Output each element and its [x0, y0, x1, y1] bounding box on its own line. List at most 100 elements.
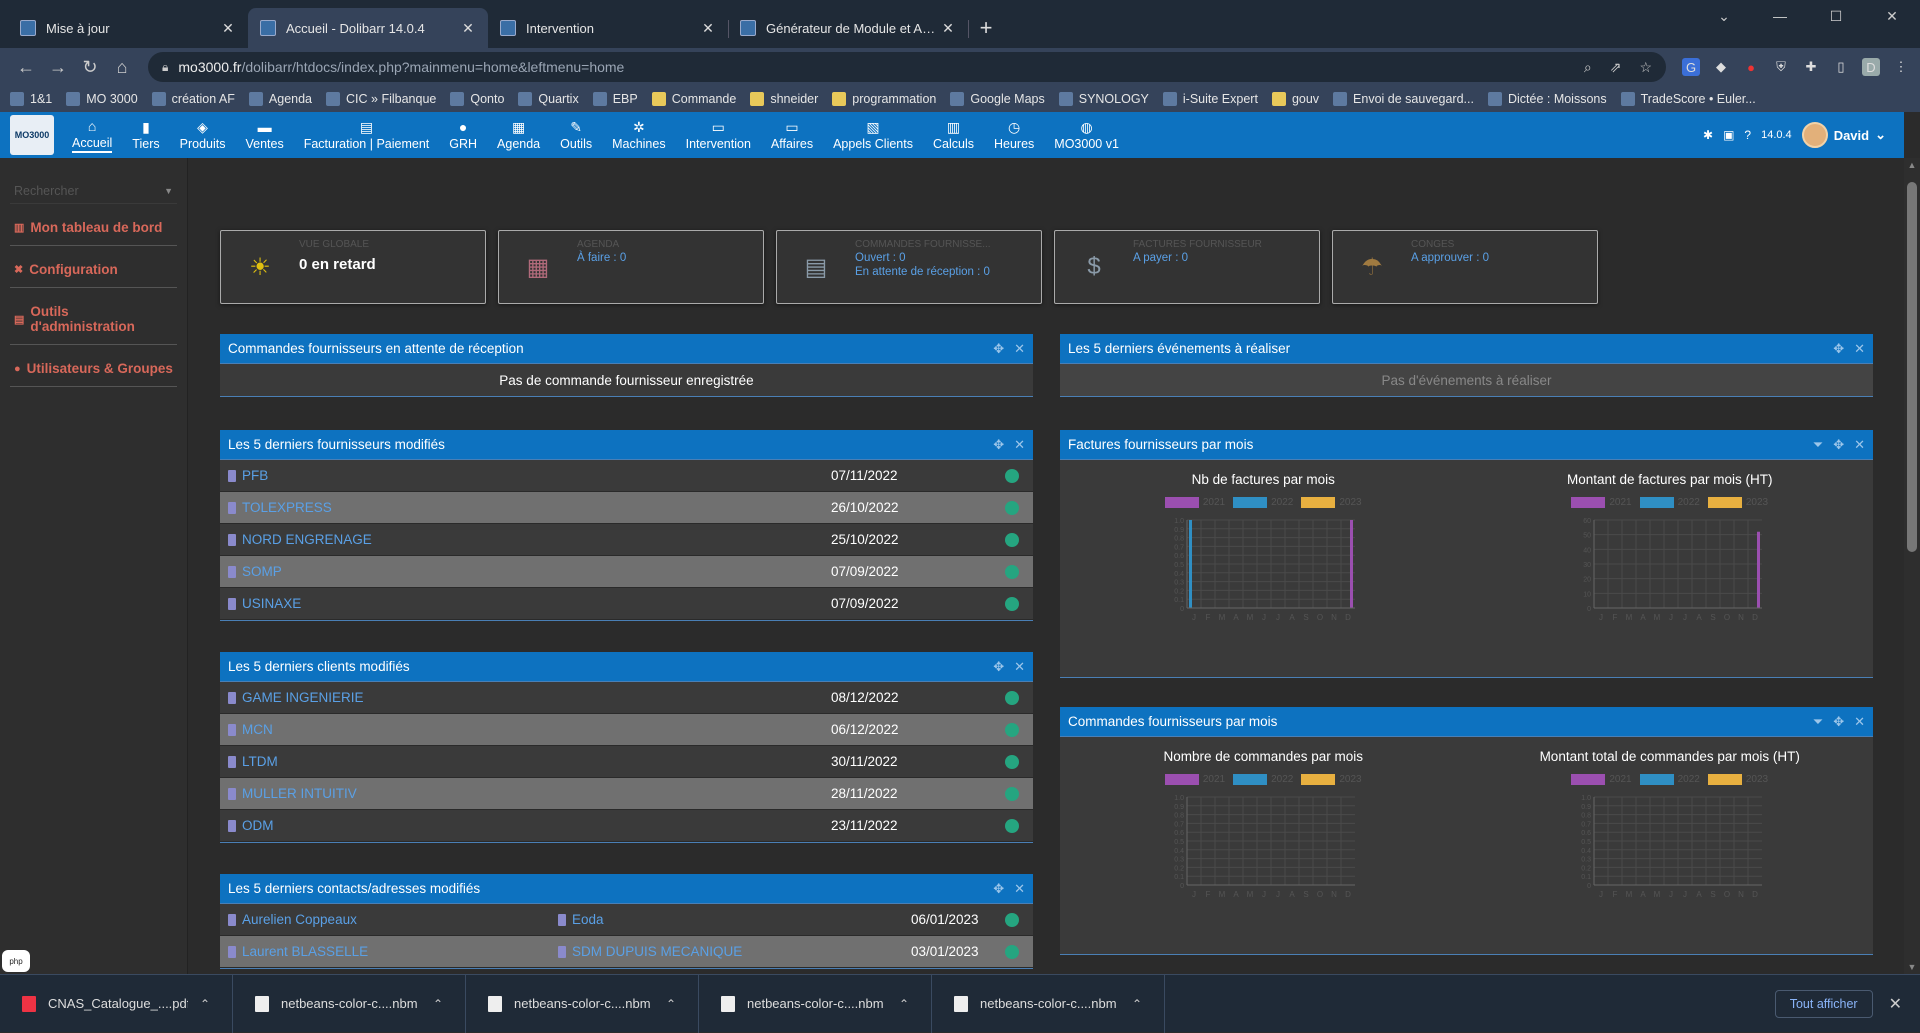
shield-extension-icon[interactable]: ⛨ [1772, 58, 1790, 76]
move-icon[interactable]: ✥ [1833, 437, 1844, 453]
menu-item-facturation-paiement[interactable]: ▤ Facturation | Paiement [294, 112, 440, 158]
sidebar-item[interactable]: ▤ Outils d'administration [10, 288, 177, 345]
reload-button[interactable]: ↻ [74, 51, 106, 83]
browser-tab[interactable]: Accueil - Dolibarr 14.0.4 ✕ [248, 8, 488, 48]
summary-box[interactable]: ▤ COMMANDES FOURNISSE... Ouvert : 0 En atte… [776, 230, 1042, 304]
print-icon[interactable]: ▣ [1723, 128, 1734, 142]
tab-search-icon[interactable]: ⌄ [1696, 0, 1752, 32]
bookmark-item[interactable]: CIC » Filbanque [326, 92, 436, 106]
close-tab-icon[interactable]: ✕ [700, 20, 716, 37]
close-tab-icon[interactable]: ✕ [460, 20, 476, 37]
address-bar[interactable]: 🔒︎ mo3000.fr/dolibarr/htdocs/index.php?m… [148, 52, 1666, 82]
bookmark-item[interactable]: shneider [750, 92, 818, 106]
download-item[interactable]: CNAS_Catalogue_....pdf ⌃ [0, 974, 233, 1033]
row-link[interactable]: TOLEXPRESS [228, 500, 332, 515]
row-link[interactable]: ODM [228, 818, 274, 833]
box-link[interactable]: En attente de réception : 0 [855, 266, 1035, 278]
download-item[interactable]: netbeans-color-c....nbm ⌃ [932, 974, 1165, 1033]
back-button[interactable]: ← [10, 51, 42, 83]
bar-2021[interactable] [1756, 531, 1760, 608]
bookmark-item[interactable]: Commande [651, 92, 736, 106]
profile-avatar[interactable]: D [1862, 58, 1880, 76]
sidebar-item[interactable]: ▥ Mon tableau de bord [10, 204, 177, 246]
legend-item[interactable]: 2023 [1707, 497, 1768, 508]
chevron-up-icon[interactable]: ⌃ [666, 997, 676, 1011]
close-icon[interactable]: ✕ [1854, 437, 1865, 453]
bookmark-star-icon[interactable]: ☆ [1639, 59, 1652, 76]
legend-item[interactable]: 2022 [1639, 497, 1700, 508]
menu-item-mo3000-v1[interactable]: ◍ MO3000 v1 [1044, 112, 1129, 158]
menu-item-machines[interactable]: ✲ Machines [602, 112, 676, 158]
bookmark-item[interactable]: Quartix [518, 92, 579, 106]
close-tab-icon[interactable]: ✕ [940, 20, 956, 37]
box-value[interactable]: 0 en retard [299, 256, 479, 273]
row-link[interactable]: MCN [228, 722, 273, 737]
bar-2021[interactable] [1350, 520, 1354, 608]
scroll-up-icon[interactable]: ▲ [1904, 160, 1920, 170]
chevron-up-icon[interactable]: ⌃ [433, 997, 443, 1011]
maximize-button[interactable]: ☐ [1808, 0, 1864, 32]
close-icon[interactable]: ✕ [1014, 437, 1025, 453]
close-icon[interactable]: ✕ [1854, 341, 1865, 357]
minimize-button[interactable]: — [1752, 0, 1808, 32]
row-link[interactable]: GAME INGENIERIE [228, 690, 364, 705]
move-icon[interactable]: ✥ [993, 437, 1004, 453]
summary-box[interactable]: ▦ AGENDA À faire : 0 [498, 230, 764, 304]
move-icon[interactable]: ✥ [993, 881, 1004, 897]
summary-box[interactable]: ☀ VUE GLOBALE 0 en retard [220, 230, 486, 304]
close-icon[interactable]: ✕ [1014, 881, 1025, 897]
share-icon[interactable]: ⇗ [1610, 59, 1622, 76]
browser-tab[interactable]: Générateur de Module et Applica ✕ [728, 8, 969, 48]
chevron-up-icon[interactable]: ⌃ [1132, 997, 1142, 1011]
legend-item[interactable]: 2022 [1639, 774, 1700, 785]
box-link[interactable]: Ouvert : 0 [855, 252, 1035, 264]
bookmark-item[interactable]: Dictée : Moissons [1487, 92, 1607, 106]
menu-item-ventes[interactable]: ▬ Ventes [235, 112, 293, 158]
move-icon[interactable]: ✥ [993, 341, 1004, 357]
bookmark-item[interactable]: EBP [592, 92, 638, 106]
summary-box[interactable]: $ FACTURES FOURNISSEUR A payer : 0 [1054, 230, 1320, 304]
bookmark-item[interactable]: création AF [151, 92, 235, 106]
close-tab-icon[interactable]: ✕ [220, 20, 236, 37]
download-item[interactable]: netbeans-color-c....nbm ⌃ [699, 974, 932, 1033]
menu-item-appels-clients[interactable]: ▧ Appels Clients [823, 112, 923, 158]
legend-item[interactable]: 2023 [1707, 774, 1768, 785]
legend-item[interactable]: 2023 [1301, 497, 1362, 508]
bookmark-item[interactable]: SYNOLOGY [1058, 92, 1149, 106]
row-link[interactable]: Aurelien Coppeaux [228, 912, 558, 927]
legend-item[interactable]: 2022 [1233, 497, 1293, 508]
zoom-icon[interactable]: ⌕ [1584, 59, 1592, 76]
lock-icon[interactable]: 🔒︎ [162, 60, 168, 75]
user-menu[interactable]: David ⌄ [1801, 122, 1886, 148]
legend-item[interactable]: 2022 [1233, 774, 1293, 785]
scrollbar-thumb[interactable] [1907, 182, 1917, 552]
row-link[interactable]: USINAXE [228, 596, 301, 611]
row-link[interactable]: LTDM [228, 754, 278, 769]
bookmark-item[interactable]: 1&1 [10, 92, 52, 106]
bookmark-item[interactable]: programmation [832, 92, 936, 106]
chevron-up-icon[interactable]: ⌃ [200, 997, 210, 1011]
menu-item-affaires[interactable]: ▭ Affaires [761, 112, 823, 158]
cube-extension-icon[interactable]: ◆ [1712, 58, 1730, 76]
bookmark-item[interactable]: Google Maps [950, 92, 1045, 106]
move-icon[interactable]: ✥ [1833, 341, 1844, 357]
box-link[interactable]: A payer : 0 [1133, 252, 1313, 264]
home-button[interactable]: ⌂ [106, 51, 138, 83]
new-tab-button[interactable]: + [968, 8, 1004, 48]
row-link[interactable]: SOMP [228, 564, 282, 579]
sidebar-item[interactable]: ✖ Configuration [10, 246, 177, 288]
filter-icon[interactable]: ⏷ [1813, 437, 1823, 453]
show-all-downloads-button[interactable]: Tout afficher [1774, 989, 1873, 1018]
menu-item-tiers[interactable]: ▮ Tiers [122, 112, 169, 158]
translate-extension-icon[interactable]: G [1682, 58, 1700, 76]
download-item[interactable]: netbeans-color-c....nbm ⌃ [466, 974, 699, 1033]
bookmark-item[interactable]: Agenda [248, 92, 312, 106]
php-debug-badge[interactable]: php [2, 950, 30, 972]
bookmark-item[interactable]: MO 3000 [66, 92, 138, 106]
menu-item-produits[interactable]: ◈ Produits [170, 112, 236, 158]
box-link[interactable]: À faire : 0 [577, 252, 757, 264]
company-link[interactable]: Eoda [558, 912, 604, 927]
move-icon[interactable]: ✥ [1833, 714, 1844, 730]
box-link[interactable]: A approuver : 0 [1411, 252, 1591, 264]
scroll-down-icon[interactable]: ▼ [1904, 962, 1920, 972]
